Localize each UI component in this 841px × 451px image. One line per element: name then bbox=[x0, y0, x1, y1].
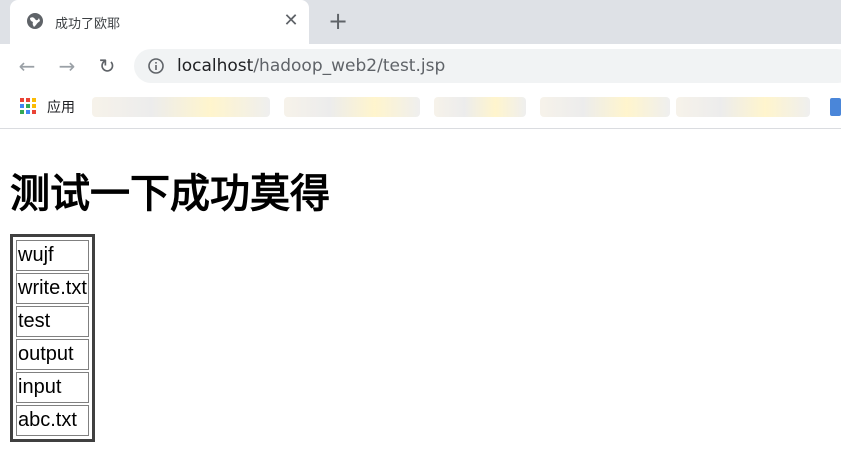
globe-icon bbox=[27, 13, 43, 29]
reload-button[interactable]: ↻ bbox=[95, 54, 119, 78]
file-cell: abc.txt bbox=[16, 405, 89, 436]
new-tab-button[interactable]: + bbox=[326, 9, 350, 33]
browser-toolbar: ← → ↻ localhost/hadoop_web2/test.jsp bbox=[0, 44, 841, 88]
file-cell: input bbox=[16, 372, 89, 403]
blurred-bookmark[interactable] bbox=[540, 97, 670, 117]
table-row: abc.txt bbox=[16, 405, 89, 436]
file-cell: output bbox=[16, 339, 89, 370]
file-cell: wujf bbox=[16, 240, 89, 271]
table-row: test bbox=[16, 306, 89, 337]
info-icon[interactable] bbox=[148, 58, 164, 74]
bookmarks-bar: 应用 bbox=[0, 88, 841, 129]
blurred-bookmark[interactable] bbox=[284, 97, 420, 117]
url-text: localhost/hadoop_web2/test.jsp bbox=[177, 56, 445, 76]
table-row: write.txt bbox=[16, 273, 89, 304]
file-cell: test bbox=[16, 306, 89, 337]
close-tab-icon[interactable]: ✕ bbox=[280, 10, 302, 32]
tab-strip: 成功了欧耶 ✕ + bbox=[0, 0, 841, 44]
page-heading: 测试一下成功莫得 bbox=[10, 171, 330, 217]
table-row: wujf bbox=[16, 240, 89, 271]
back-button[interactable]: ← bbox=[15, 54, 39, 78]
table-row: input bbox=[16, 372, 89, 403]
url-path: /hadoop_web2/test.jsp bbox=[253, 56, 446, 76]
forward-button[interactable]: → bbox=[55, 54, 79, 78]
table-row: output bbox=[16, 339, 89, 370]
file-cell: write.txt bbox=[16, 273, 89, 304]
file-table: wujf write.txt test output input abc.txt bbox=[10, 234, 95, 442]
apps-label[interactable]: 应用 bbox=[47, 97, 75, 117]
bookmark-folder-icon[interactable] bbox=[830, 98, 841, 116]
active-tab[interactable]: 成功了欧耶 ✕ bbox=[10, 0, 309, 44]
page-content: 测试一下成功莫得 wujf write.txt test output inpu… bbox=[0, 129, 841, 451]
address-bar[interactable]: localhost/hadoop_web2/test.jsp bbox=[134, 49, 841, 83]
tab-title: 成功了欧耶 bbox=[55, 17, 121, 32]
blurred-bookmark[interactable] bbox=[92, 97, 270, 117]
apps-grid-icon[interactable] bbox=[19, 97, 37, 115]
url-host: localhost bbox=[177, 56, 254, 76]
blurred-bookmark[interactable] bbox=[676, 97, 810, 117]
blurred-bookmark[interactable] bbox=[434, 97, 526, 117]
